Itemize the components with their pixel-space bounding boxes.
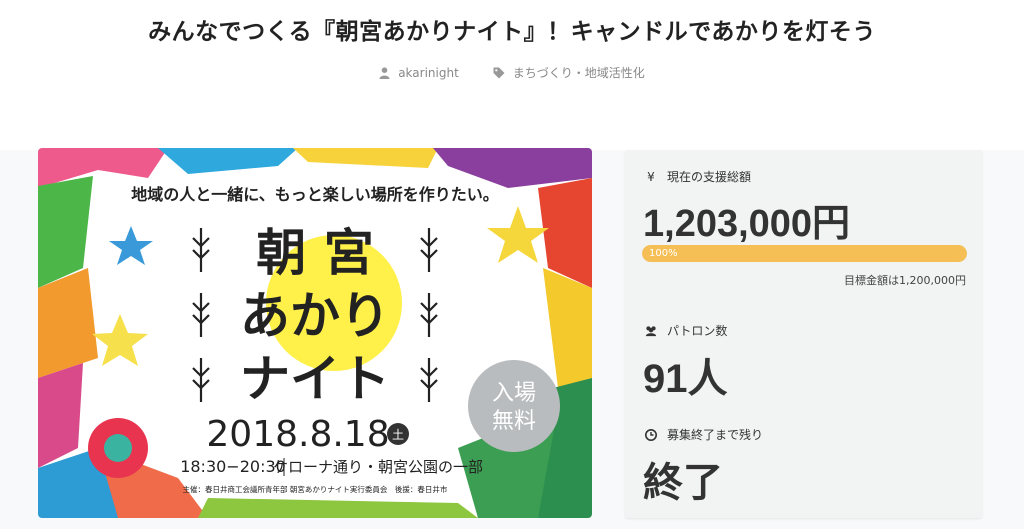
funding-panel: ¥ 現在の支援総額 1,203,000円 100% 目標金額は1,200,000… [625, 150, 982, 518]
project-meta: akarinight まちづくり・地域活性化 [0, 64, 1024, 81]
progress-bar-fill: 100% [642, 245, 967, 262]
page-title: みんなでつくる『朝宮あかりナイト』！キャンドルであかりを灯そう [148, 19, 876, 45]
total-label-row: ¥ 現在の支援総額 [645, 168, 751, 185]
time-remaining: 終了 [643, 461, 723, 505]
patron-count: 91人 [643, 357, 728, 401]
poster-organizer: 主催：春日井商工会議所青年部 朝宮あかりナイト実行委員会 後援：春日井市 [183, 484, 448, 494]
category-link[interactable]: まちづくり・地域活性化 [493, 64, 645, 81]
project-hero-image: 地域の人と一緒に、もっと楽しい場所を作りたい。 朝 宮 あかり ナイト 2018… [38, 148, 592, 518]
users-icon [645, 325, 657, 336]
yen-icon: ¥ [647, 169, 655, 184]
time-label-row: 募集終了まで残り [645, 426, 763, 443]
progress-label: 100% [649, 248, 678, 259]
total-amount: 1,203,000円 [643, 203, 851, 245]
poster-tagline: 地域の人と一緒に、もっと楽しい場所を作りたい。 [131, 185, 499, 204]
total-label: 現在の支援総額 [667, 170, 752, 184]
tag-icon [493, 67, 505, 78]
event-poster: 地域の人と一緒に、もっと楽しい場所を作りたい。 朝 宮 あかり ナイト 2018… [38, 148, 592, 518]
user-icon [379, 66, 390, 79]
poster-title-line3: ナイト [240, 350, 390, 408]
time-label: 募集終了まで残り [667, 428, 764, 442]
page-header: みんなでつくる『朝宮あかりナイト』！キャンドルであかりを灯そう akarinig… [0, 0, 1024, 150]
patron-label: パトロン数 [667, 324, 728, 338]
clock-icon [645, 428, 657, 441]
poster-title-line1: 朝 宮 [256, 224, 373, 282]
poster-date: 2018.8.18 [206, 414, 389, 455]
progress-bar: 100% [642, 245, 967, 262]
poster-weekday: 土 [392, 428, 404, 442]
poster-badge-line2: 無料 [492, 409, 536, 434]
poster-badge-line1: 入場 [492, 381, 536, 406]
poster-venue: ケローナ通り・朝宮公園の一部 [273, 458, 483, 476]
patron-label-row: パトロン数 [645, 322, 727, 339]
author-link[interactable]: akarinight [379, 64, 459, 81]
poster-title-line2: あかり [240, 287, 390, 345]
category-name: まちづくり・地域活性化 [512, 66, 645, 80]
author-name: akarinight [398, 65, 459, 80]
goal-amount: 目標金額は1,200,000円 [844, 274, 966, 287]
poster-time: 18:30−20:30 [180, 457, 286, 476]
